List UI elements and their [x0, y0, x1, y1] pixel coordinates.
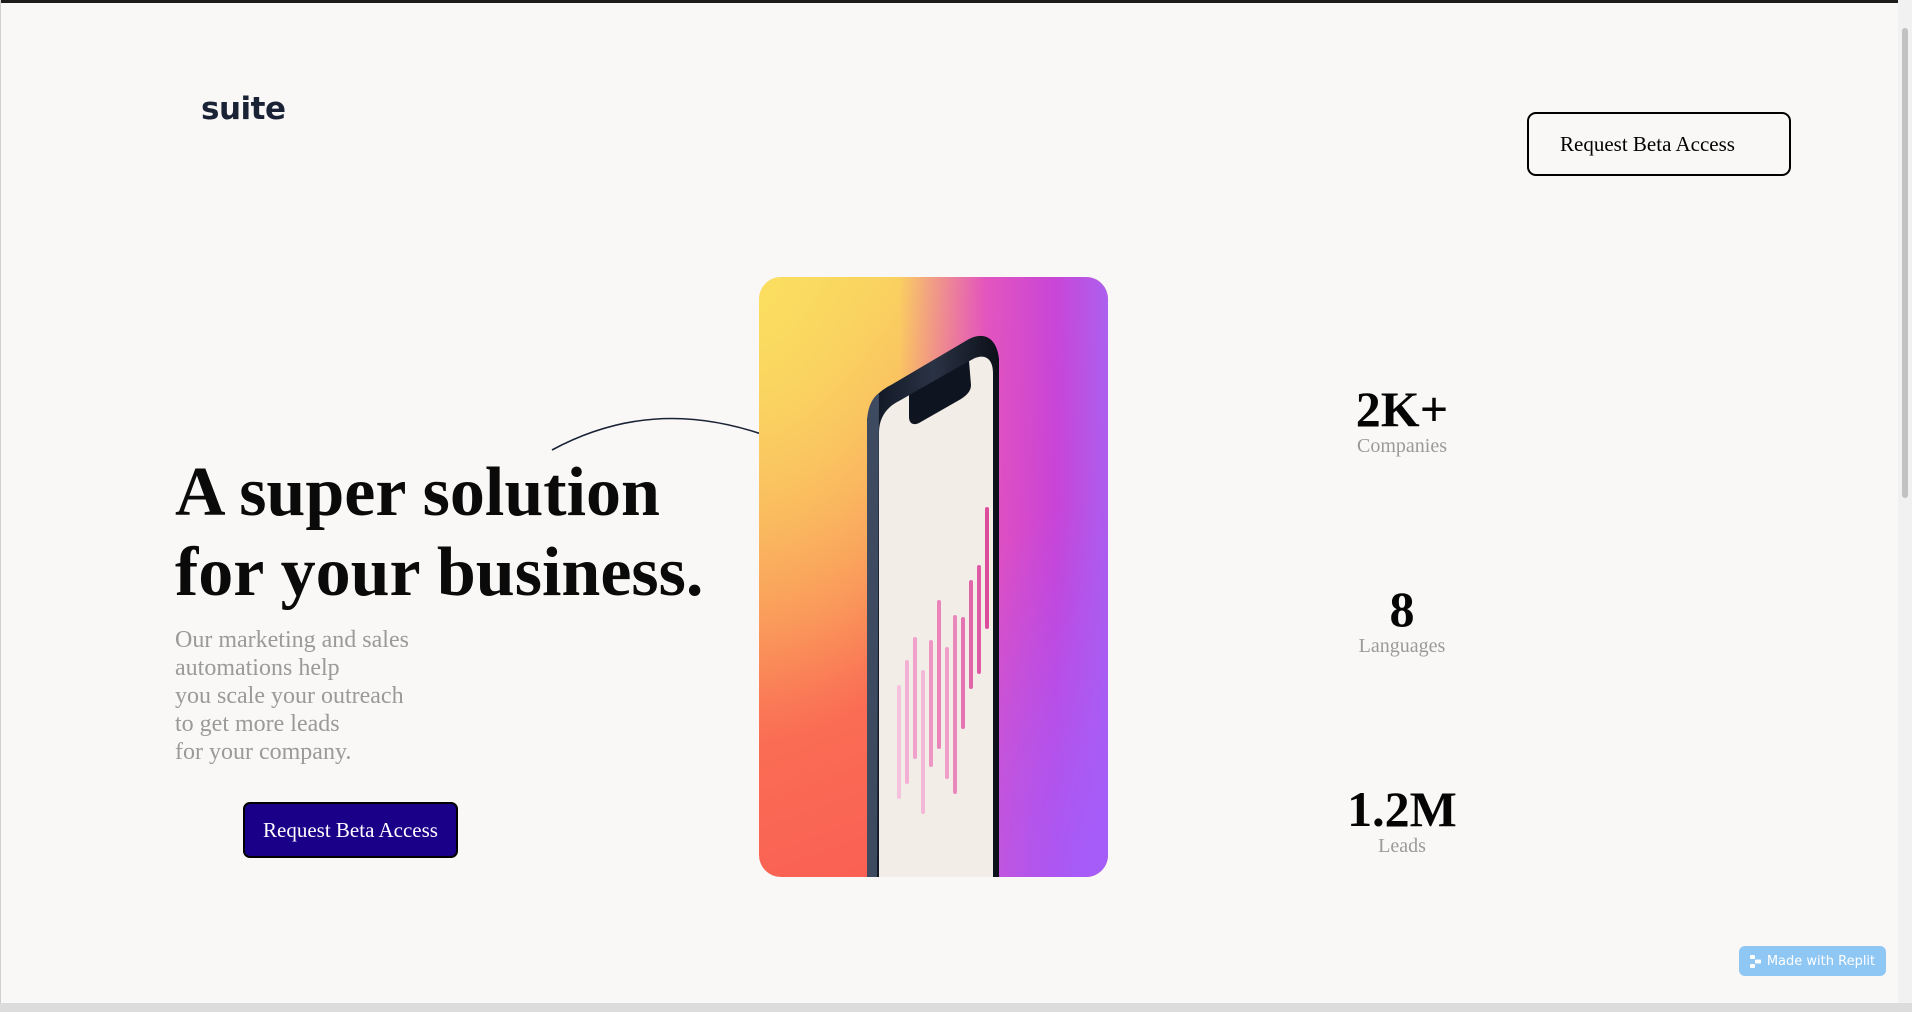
hero-description-line: automations help	[175, 655, 340, 681]
header-request-beta-button[interactable]: Request Beta Access	[1527, 112, 1791, 176]
replit-icon	[1749, 954, 1761, 968]
stat-companies: 2K+ Companies	[1302, 383, 1502, 457]
window-left-border	[0, 0, 1, 1012]
stat-label: Companies	[1357, 435, 1447, 457]
hero-title-line: A super solution	[175, 454, 660, 531]
stat-languages: 8 Languages	[1302, 583, 1502, 657]
phone-illustration	[867, 335, 999, 877]
stat-label: Leads	[1378, 835, 1426, 857]
made-with-replit-badge[interactable]: Made with Replit	[1739, 946, 1886, 976]
hero-title-line: for your business.	[175, 534, 704, 611]
horizontal-scrollbar[interactable]	[0, 1003, 1912, 1012]
stat-value: 1.2M	[1347, 781, 1457, 837]
hero-description-line: for your company.	[175, 739, 352, 765]
window-top-border	[0, 0, 1912, 3]
hero-description-line: you scale your outreach	[175, 683, 404, 709]
hero-phone-image	[759, 277, 1108, 877]
badge-label: Made with Replit	[1766, 953, 1876, 969]
hero-title: A super solution for your business.	[175, 453, 703, 613]
stat-value: 2K+	[1355, 381, 1449, 437]
stat-leads: 1.2M Leads	[1302, 783, 1502, 857]
stat-label: Languages	[1358, 635, 1446, 657]
vertical-scrollbar-thumb[interactable]	[1902, 28, 1908, 498]
logo[interactable]: suite	[201, 94, 286, 125]
hero-description-line: to get more leads	[175, 711, 340, 737]
hero-description: Our marketing and sales automations help…	[175, 626, 409, 766]
stat-value: 8	[1389, 581, 1415, 637]
hero-request-beta-button[interactable]: Request Beta Access	[243, 802, 458, 858]
hero-description-line: Our marketing and sales	[175, 627, 409, 653]
